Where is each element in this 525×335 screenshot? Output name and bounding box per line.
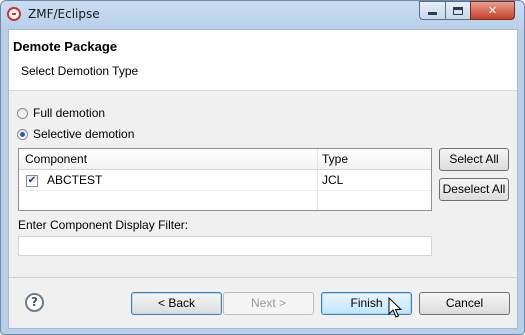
- component-type: JCL: [322, 173, 344, 187]
- zmf-eclipse-icon: [7, 7, 21, 21]
- back-button[interactable]: < Back: [131, 292, 222, 315]
- filter-label: Enter Component Display Filter:: [18, 218, 189, 232]
- selective-demotion-radio[interactable]: [17, 128, 28, 140]
- selective-demotion-option[interactable]: Selective demotion: [17, 127, 134, 141]
- dialog-window: ZMF/Eclipse ✕ Demote Package Select Demo…: [0, 0, 525, 335]
- help-icon: ?: [31, 295, 38, 309]
- full-demotion-radio[interactable]: [17, 107, 28, 119]
- cancel-button[interactable]: Cancel: [419, 292, 510, 315]
- deselect-all-button[interactable]: Deselect All: [439, 178, 509, 201]
- dialog-content: Demote Package Select Demotion Type Full…: [8, 29, 518, 329]
- table-header: Component Type: [19, 149, 431, 170]
- minimize-button[interactable]: [419, 1, 446, 20]
- full-demotion-option[interactable]: Full demotion: [17, 106, 105, 120]
- wizard-header: Demote Package Select Demotion Type: [9, 30, 517, 91]
- component-checkbox[interactable]: ✔: [26, 175, 38, 187]
- select-all-button[interactable]: Select All: [439, 148, 509, 171]
- footer-separator: [9, 277, 517, 278]
- page-title: Demote Package: [13, 39, 118, 54]
- help-button[interactable]: ?: [25, 293, 44, 312]
- component-name: ABCTEST: [47, 173, 103, 187]
- next-button[interactable]: Next >: [223, 292, 314, 315]
- checkmark-icon: ✔: [27, 175, 37, 186]
- table-row[interactable]: ✔ ABCTEST JCL: [19, 170, 431, 191]
- full-demotion-label: Full demotion: [33, 106, 106, 120]
- selective-demotion-label: Selective demotion: [33, 127, 135, 141]
- title-bar[interactable]: ZMF/Eclipse ✕: [1, 1, 524, 29]
- maximize-icon: [453, 6, 463, 15]
- window-title: ZMF/Eclipse: [28, 7, 100, 21]
- page-subtitle: Select Demotion Type: [21, 64, 139, 78]
- column-header-component[interactable]: Component: [25, 152, 87, 166]
- mouse-pointer-icon: [388, 297, 402, 318]
- close-icon: ✕: [487, 4, 498, 17]
- component-filter-input[interactable]: [18, 236, 432, 256]
- close-button[interactable]: ✕: [470, 1, 515, 20]
- maximize-button[interactable]: [445, 1, 471, 20]
- minimize-icon: [428, 12, 437, 15]
- component-table[interactable]: Component Type ✔ ABCTEST JCL: [18, 148, 432, 211]
- column-header-type[interactable]: Type: [322, 152, 348, 166]
